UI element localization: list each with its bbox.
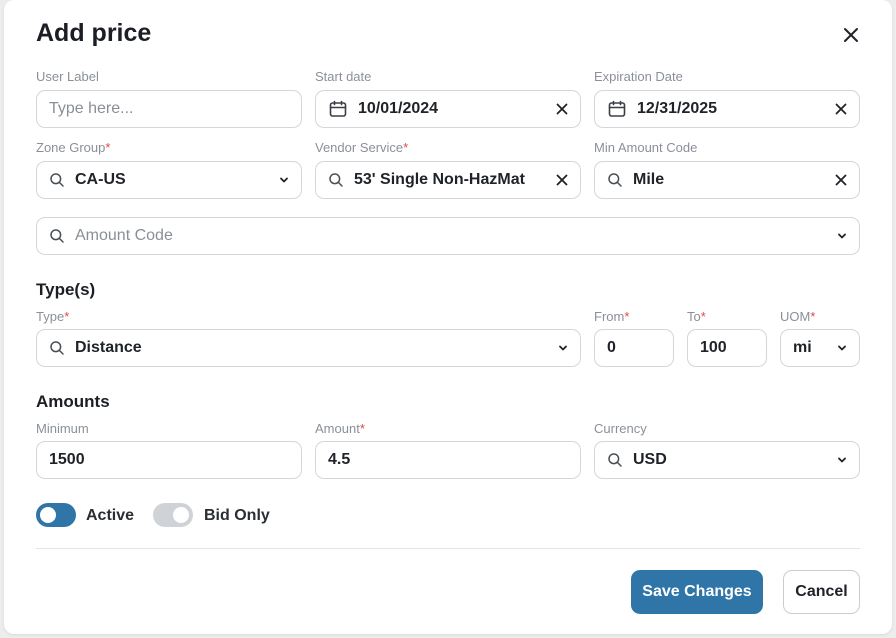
types-section-title: Type(s) [36, 280, 96, 299]
amount-input[interactable]: 4.5 [315, 441, 581, 479]
search-icon [328, 172, 344, 188]
minimum-input[interactable]: 1500 [36, 441, 302, 479]
dialog-title: Add price [36, 19, 152, 47]
required-marker: * [359, 421, 365, 436]
minimum-value: 1500 [49, 451, 85, 468]
uom-select[interactable]: mi [780, 329, 860, 367]
required-marker: * [700, 309, 706, 324]
vendor-service-select[interactable]: 53' Single Non-HazMat [315, 161, 581, 199]
zone-group-label-text: Zone Group [36, 140, 106, 155]
calendar-icon[interactable] [328, 99, 348, 119]
currency-label: Currency [594, 421, 647, 436]
user-label-input[interactable]: Type here... [36, 90, 302, 128]
chevron-down-icon[interactable] [837, 455, 847, 465]
vendor-service-label: Vendor Service* [315, 140, 408, 155]
save-changes-button[interactable]: Save Changes [631, 570, 763, 614]
search-icon [607, 452, 623, 468]
min-amount-code-label: Min Amount Code [594, 140, 698, 155]
start-date-label: Start date [315, 69, 372, 84]
minimum-label: Minimum [36, 421, 89, 436]
clear-icon[interactable] [835, 103, 847, 115]
zone-group-select[interactable]: CA-US [36, 161, 302, 199]
amount-label: Amount* [315, 421, 365, 436]
min-amount-code-value: Mile [633, 171, 665, 188]
uom-label: UOM* [780, 309, 815, 324]
currency-value: USD [633, 451, 667, 468]
required-marker: * [810, 309, 816, 324]
from-label: From* [594, 309, 629, 324]
search-icon [607, 172, 623, 188]
bid-only-toggle-label: Bid Only [204, 507, 270, 524]
start-date-value: 10/01/2024 [358, 100, 439, 117]
type-label: Type* [36, 309, 69, 324]
chevron-down-icon[interactable] [279, 175, 289, 185]
active-toggle[interactable] [36, 503, 76, 527]
to-value: 100 [700, 339, 727, 356]
start-date-field[interactable]: 10/01/2024 [315, 90, 581, 128]
amount-label-text: Amount [315, 421, 360, 436]
from-value: 0 [607, 339, 616, 356]
type-value: Distance [75, 339, 142, 356]
vendor-service-label-text: Vendor Service [315, 140, 404, 155]
clear-icon[interactable] [556, 103, 568, 115]
calendar-icon[interactable] [607, 99, 627, 119]
footer-divider [36, 548, 860, 549]
type-label-text: Type [36, 309, 65, 324]
close-icon [844, 28, 858, 42]
search-icon [49, 228, 65, 244]
user-label-placeholder: Type here... [49, 100, 134, 117]
required-marker: * [624, 309, 630, 324]
expiration-date-label: Expiration Date [594, 69, 683, 84]
min-amount-code-select[interactable]: Mile [594, 161, 860, 199]
clear-icon[interactable] [556, 174, 568, 186]
clear-icon[interactable] [835, 174, 847, 186]
search-icon [49, 340, 65, 356]
toggle-knob [173, 507, 189, 523]
add-price-dialog: Add price User Label Type here... Start … [4, 0, 892, 634]
currency-select[interactable]: USD [594, 441, 860, 479]
cancel-button[interactable]: Cancel [783, 570, 860, 614]
close-button[interactable] [838, 22, 864, 48]
zone-group-label: Zone Group* [36, 140, 110, 155]
chevron-down-icon[interactable] [837, 231, 847, 241]
vendor-service-value: 53' Single Non-HazMat [354, 171, 525, 188]
required-marker: * [105, 140, 111, 155]
required-marker: * [64, 309, 70, 324]
toggle-knob [40, 507, 56, 523]
to-input[interactable]: 100 [687, 329, 767, 367]
from-label-text: From [594, 309, 625, 324]
to-label-text: To [687, 309, 701, 324]
active-toggle-label: Active [86, 507, 135, 524]
amount-code-select[interactable]: Amount Code [36, 217, 860, 255]
from-input[interactable]: 0 [594, 329, 674, 367]
expiration-date-field[interactable]: 12/31/2025 [594, 90, 860, 128]
chevron-down-icon[interactable] [558, 343, 568, 353]
chevron-down-icon[interactable] [837, 343, 847, 353]
search-icon [49, 172, 65, 188]
to-label: To* [687, 309, 706, 324]
required-marker: * [403, 140, 409, 155]
amount-value: 4.5 [328, 451, 351, 468]
uom-value: mi [793, 339, 812, 356]
user-label-label: User Label [36, 69, 99, 84]
zone-group-value: CA-US [75, 171, 126, 188]
bid-only-toggle[interactable] [153, 503, 193, 527]
amounts-section-title: Amounts [36, 392, 110, 411]
type-select[interactable]: Distance [36, 329, 581, 367]
uom-label-text: UOM [780, 309, 811, 324]
amount-code-placeholder: Amount Code [75, 227, 173, 244]
expiration-date-value: 12/31/2025 [637, 100, 718, 117]
